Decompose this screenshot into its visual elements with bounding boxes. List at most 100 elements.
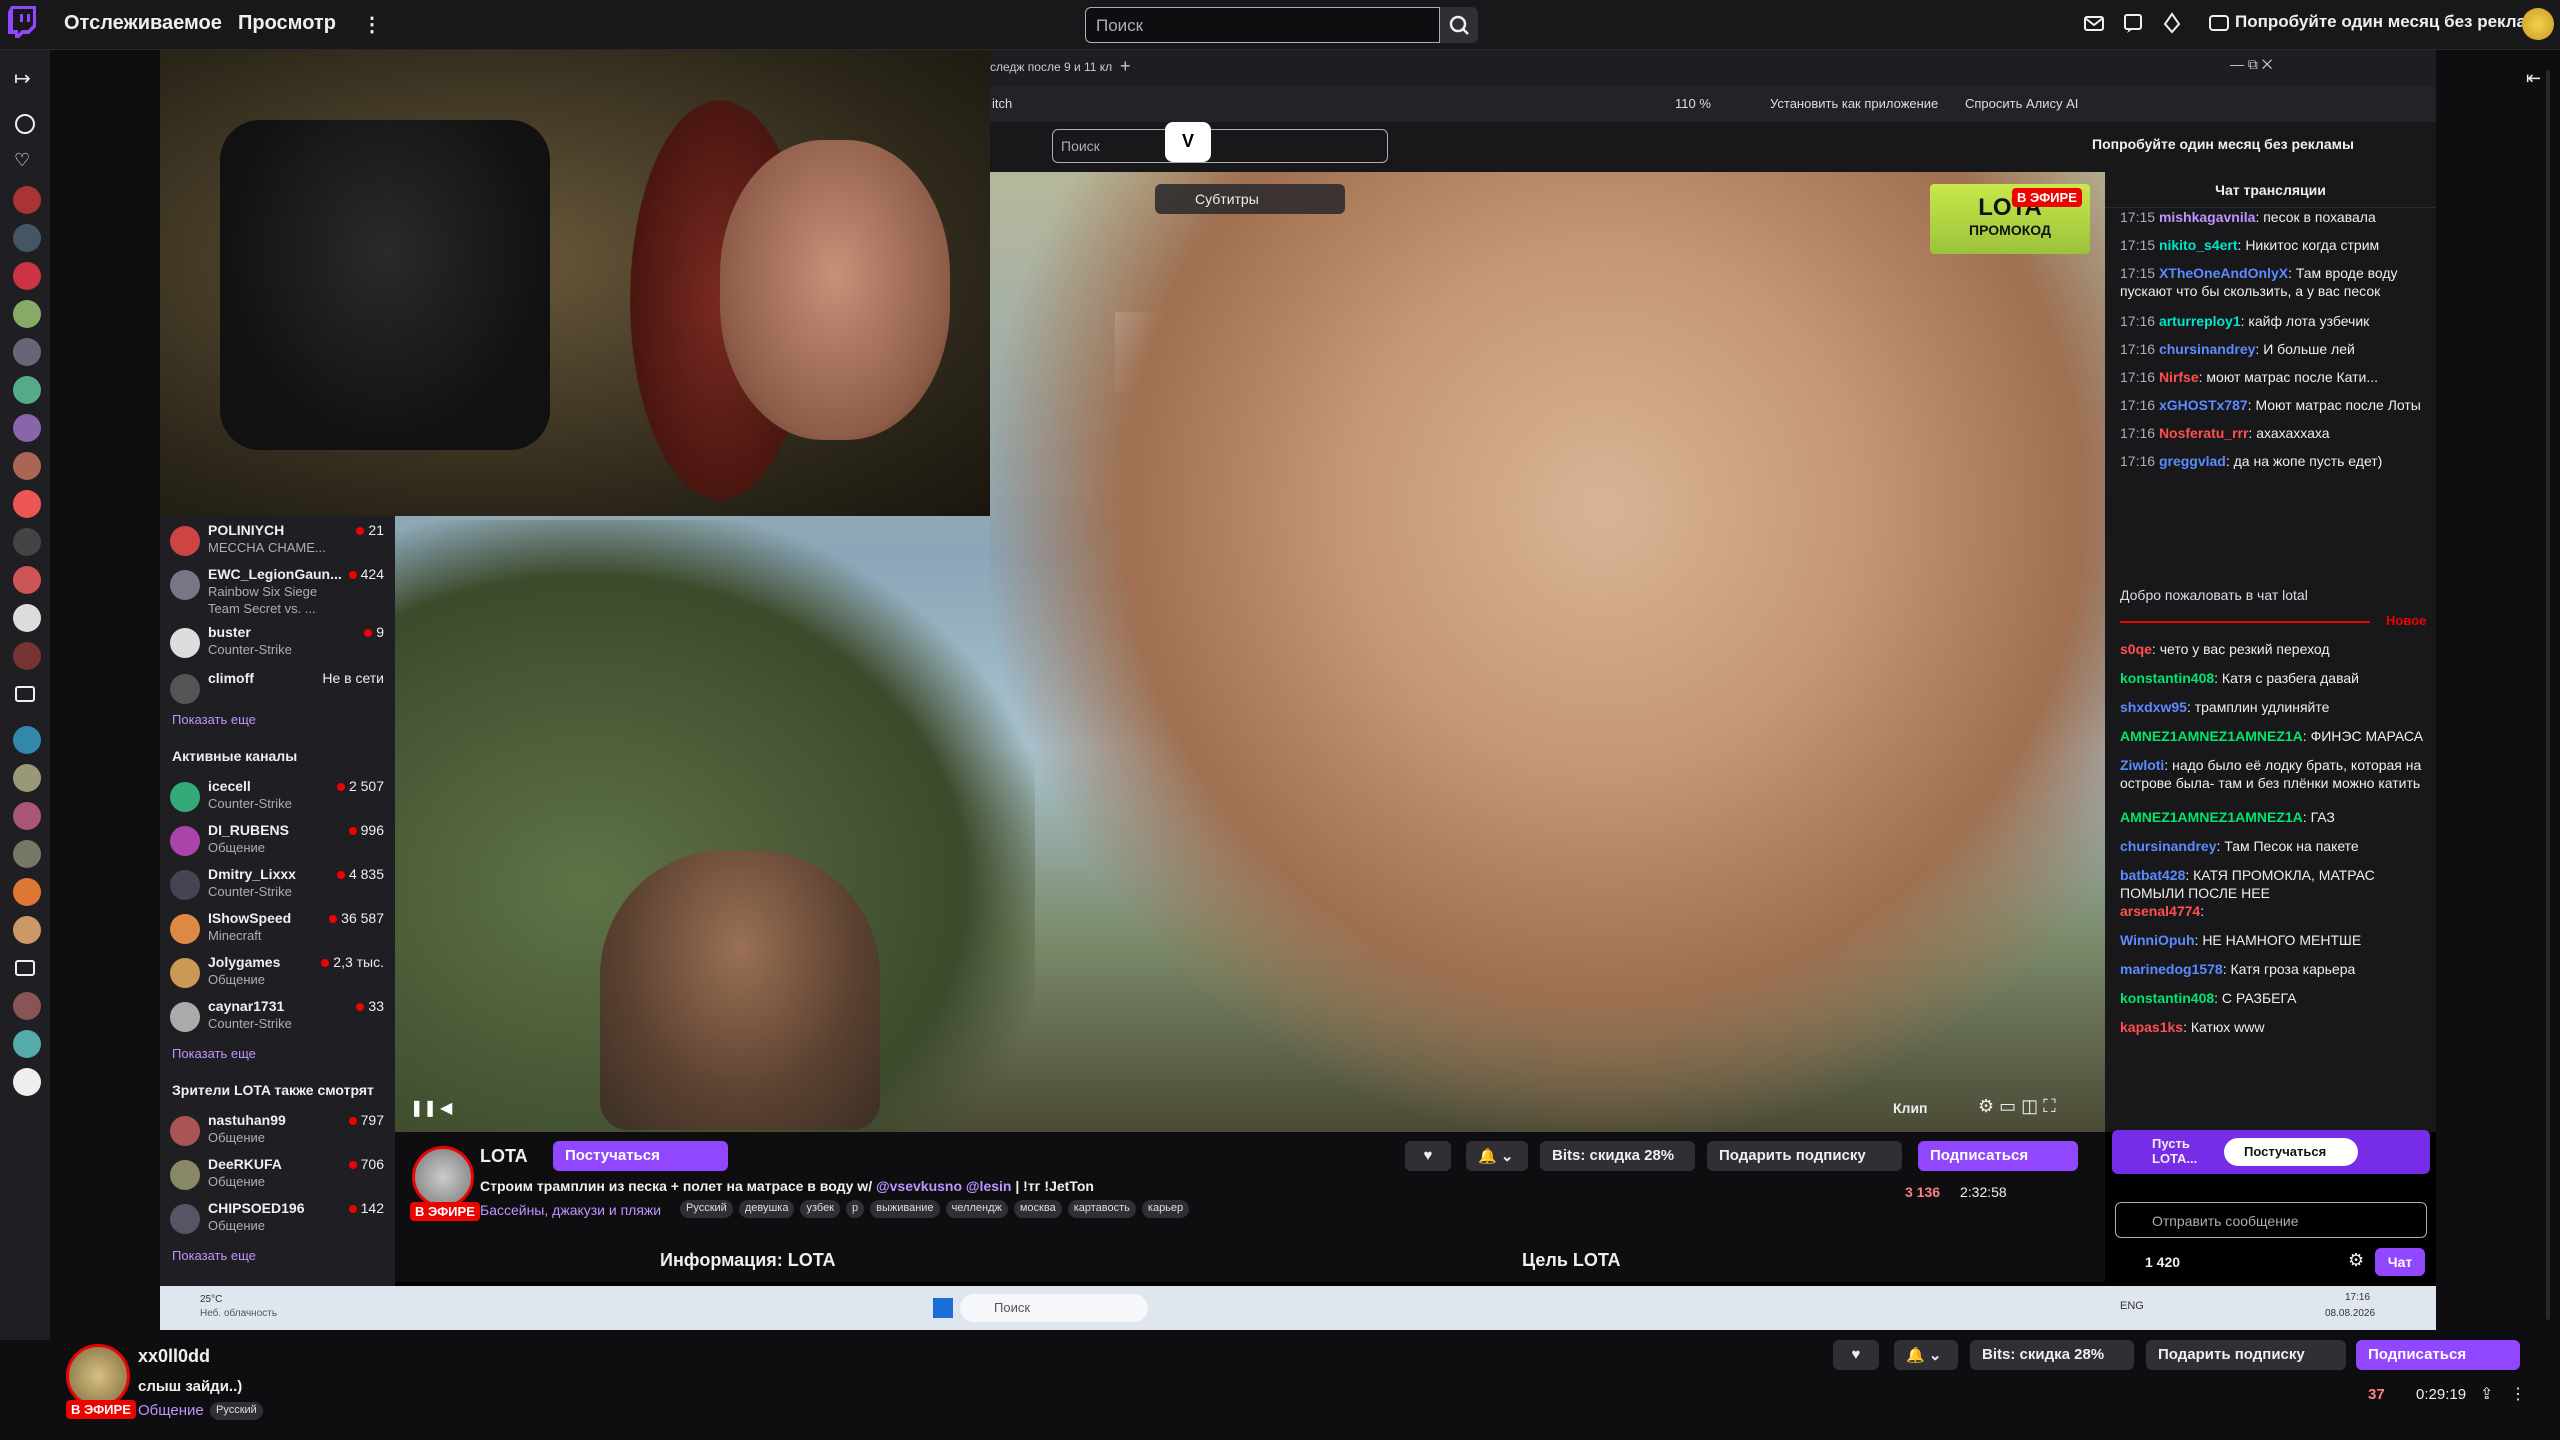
rail-avatar[interactable] xyxy=(13,376,41,404)
subtitles-bar: Субтитры xyxy=(1155,184,1345,214)
outer-channel-name[interactable]: xx0ll0dd xyxy=(138,1346,210,1367)
rail-avatar[interactable] xyxy=(13,262,41,290)
channel-name: climoff xyxy=(208,670,254,686)
rail-avatar[interactable] xyxy=(13,878,41,906)
rail-avatar[interactable] xyxy=(13,1030,41,1058)
start-icon xyxy=(933,1298,953,1318)
channel-avatar xyxy=(170,958,200,988)
live-dot xyxy=(348,1205,357,1213)
rail-avatar[interactable] xyxy=(13,802,41,830)
whispers-icon[interactable] xyxy=(2122,12,2146,36)
outer-stream-title: слыш зайди..) xyxy=(138,1378,243,1395)
rail-avatar[interactable] xyxy=(13,300,41,328)
chat-text: песок в похавала xyxy=(2263,209,2376,225)
viewer-count: 706 xyxy=(318,1156,384,1172)
chat-send-button: Чат xyxy=(2375,1248,2425,1276)
nav-browse[interactable]: Просмотр xyxy=(238,12,336,35)
chat-message: 17:16 greggvlad: да на жопе пусть едет) xyxy=(2120,453,2383,469)
collapse-chat-icon[interactable]: ⇤ xyxy=(2526,68,2541,89)
rail-avatar[interactable] xyxy=(13,224,41,252)
outer-gift-sub-button[interactable]: Подарить подписку xyxy=(2146,1340,2346,1370)
rail-avatar[interactable] xyxy=(13,726,41,754)
expand-sidebar-icon[interactable]: ↦ xyxy=(14,66,31,91)
rail-avatar[interactable] xyxy=(13,1068,41,1096)
chat-text: да на жопе пусть едет) xyxy=(2233,453,2383,469)
rail-avatar[interactable] xyxy=(13,916,41,944)
rail-avatar[interactable] xyxy=(13,604,41,632)
rail-avatar[interactable] xyxy=(13,642,41,670)
outer-follow-button[interactable]: ♥ xyxy=(1833,1340,1879,1370)
channel-avatar xyxy=(170,782,200,812)
chat-message: AMNEZ1AMNEZ1AMNEZ1A: ГАЗ xyxy=(2120,809,2335,825)
chat-message: 17:15 XTheOneAndOnlyX: Там вроде воду пу… xyxy=(2120,265,2398,299)
channel-category: Counter-Strike xyxy=(208,796,292,811)
rail-avatar[interactable] xyxy=(13,452,41,480)
channel-avatar xyxy=(412,1146,474,1208)
rail-avatar[interactable] xyxy=(13,840,41,868)
outer-channel-avatar[interactable] xyxy=(66,1344,130,1408)
scrollbar[interactable] xyxy=(2546,70,2550,1320)
chat-text: чето у вас резкий переход xyxy=(2159,641,2330,657)
chat-message: konstantin408: Катя с разбега давай xyxy=(2120,670,2359,686)
rail-avatar[interactable] xyxy=(13,992,41,1020)
outer-subscribe-button[interactable]: Подписаться xyxy=(2356,1340,2520,1370)
live-dot xyxy=(348,827,357,835)
rail-avatar[interactable] xyxy=(13,490,41,518)
outer-notifications-button[interactable]: 🔔 ⌄ xyxy=(1894,1340,1958,1370)
viewer-count: 36 587 xyxy=(318,910,384,926)
rail-avatar[interactable] xyxy=(13,566,41,594)
channel-name: POLINIYCH xyxy=(208,522,285,538)
channel-name: caynar1731 xyxy=(208,998,285,1014)
chat-text: Моют матрас после Лоты xyxy=(2255,397,2421,413)
knock-button: Постучаться xyxy=(553,1141,728,1171)
share-icon[interactable]: ⇪ xyxy=(2480,1384,2493,1404)
viewers-also-watch-icon xyxy=(15,960,35,976)
recommended-icon[interactable] xyxy=(15,114,35,134)
rail-avatar[interactable] xyxy=(13,414,41,442)
viewer-count-text: 4 835 xyxy=(348,866,384,882)
twitch-logo-icon[interactable] xyxy=(8,6,40,42)
rail-avatar[interactable] xyxy=(13,764,41,792)
viewer-count-text: 33 xyxy=(368,998,384,1014)
channel-info-bar: В ЭФИРЕ xx0ll0dd слыш зайди..) Общение Р… xyxy=(50,1330,2560,1440)
mention-lesin: @lesin xyxy=(965,1178,1012,1194)
weather-text: Неб. облачность xyxy=(200,1308,278,1319)
search-button[interactable] xyxy=(1440,7,1478,43)
search-input[interactable]: Поиск xyxy=(1085,7,1440,43)
chat-text: Катя гроза карьера xyxy=(2230,961,2356,977)
more-options-icon[interactable]: ⋮ xyxy=(2510,1384,2526,1404)
heart-followed-icon: ♡ xyxy=(14,150,31,170)
viewer-count: 33 xyxy=(318,998,384,1014)
outer-tag[interactable]: Русский xyxy=(210,1402,263,1420)
stream-tag: картавость xyxy=(1067,1200,1136,1218)
bits-icon[interactable] xyxy=(2161,12,2185,36)
outer-bits-button[interactable]: Bits: скидка 28% xyxy=(1970,1340,2134,1370)
chat-time: 17:16 xyxy=(2120,397,2156,413)
new-divider xyxy=(2120,621,2370,623)
rail-avatar[interactable] xyxy=(13,528,41,556)
channel-name: buster xyxy=(208,624,251,640)
chat-time: 17:16 xyxy=(2120,369,2156,385)
channel-name: LOTA xyxy=(480,1146,528,1166)
ad-free-promo[interactable]: Попробуйте один месяц без рекламы xyxy=(2235,12,2553,32)
viewer-count: 3 136 xyxy=(1905,1184,1941,1200)
rail-avatar[interactable] xyxy=(13,338,41,366)
outer-category[interactable]: Общение xyxy=(138,1402,204,1419)
viewer-count: 996 xyxy=(318,822,384,838)
stream-tag: выживание xyxy=(870,1200,940,1218)
chat-text: Там Песок на пакете xyxy=(2224,838,2359,854)
inbox-icon[interactable] xyxy=(2083,12,2107,36)
chat-username: konstantin408 xyxy=(2120,990,2215,1006)
nav-following[interactable]: Отслеживаемое xyxy=(64,12,222,35)
chat-message: shxdxw95: трамплин удлиняйте xyxy=(2120,699,2330,715)
more-menu-icon[interactable]: ⋮ xyxy=(362,12,382,37)
inner-app-icon: V xyxy=(1165,122,1211,162)
live-dot xyxy=(356,1003,365,1011)
user-avatar[interactable] xyxy=(2522,8,2554,40)
chat-message: 17:16 Nosferatu_rrr: ахахаххаха xyxy=(2120,425,2330,441)
channel-category: Общение xyxy=(208,1130,266,1145)
rail-avatar[interactable] xyxy=(13,186,41,214)
chat-message: Ziwloti: надо было её лодку брать, котор… xyxy=(2120,757,2422,791)
chat-text: НЕ НАМНОГО МЕНТШЕ xyxy=(2202,932,2362,948)
chat-settings-icon: ⚙ xyxy=(2348,1250,2365,1270)
